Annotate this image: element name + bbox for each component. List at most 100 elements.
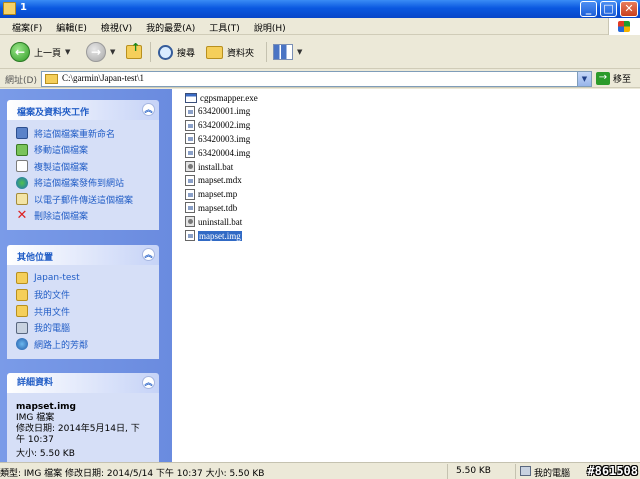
place-my-computer[interactable]: 我的電腦 [16,320,159,337]
file-item[interactable]: 63420004.img [185,146,250,159]
search-button[interactable]: 搜尋 [158,41,195,63]
address-label: 網址(D) [5,76,37,86]
task-delete[interactable]: ✕ 刪除這個檔案 [16,208,159,225]
title-bar[interactable]: 1 _ □ ✕ [0,0,640,18]
search-label: 搜尋 [177,48,196,59]
close-button[interactable]: ✕ [620,1,638,17]
place-japan-test[interactable]: Japan-test [16,270,159,287]
folders-button[interactable]: 資料夾 [206,41,254,63]
windows-logo [608,18,640,35]
file-icon [185,147,195,159]
file-item[interactable]: cgpsmapper.exe [185,91,258,104]
back-button[interactable]: ← 上一頁 ▼ [10,41,70,63]
place-network[interactable]: 網路上的芳鄰 [16,336,159,353]
file-item[interactable]: mapset.mdx [185,174,242,187]
collapse-chevron-icon[interactable]: ︽ [142,103,155,116]
address-path[interactable]: C:\garmin\Japan-test\1 [62,73,144,83]
menu-view[interactable]: 檢視(V) [101,21,132,34]
file-item[interactable]: mapset.img [185,229,242,242]
exe-file-icon [185,92,197,103]
watermark: #861508 [587,464,638,478]
copy-icon [16,160,28,173]
window-title: 1 [20,2,27,13]
file-name: 63420003.img [198,133,251,144]
computer-icon [520,466,531,476]
menu-help[interactable]: 說明(H) [254,21,286,34]
collapse-chevron-icon[interactable]: ︽ [142,376,155,389]
file-icon [185,174,195,186]
go-arrow-icon: → [596,72,610,85]
file-name: 63420002.img [198,120,251,131]
file-item[interactable]: 63420001.img [185,105,250,118]
menu-edit[interactable]: 編輯(E) [56,21,87,34]
status-info: 類型: IMG 檔案 修改日期: 2014/5/14 下午 10:37 大小: … [0,469,265,479]
file-name: install.bat [198,161,234,172]
minimize-button[interactable]: _ [580,1,597,17]
status-divider [447,464,448,479]
place-label: Japan-test [34,273,80,284]
chevron-down-icon[interactable]: ▼ [297,48,302,56]
panel-header[interactable]: 其他位置 ︽ [7,245,159,265]
file-icon [185,230,195,241]
file-name: 63420001.img [198,106,251,117]
file-folder-tasks-panel: 檔案及資料夾工作 ︽ 將這個檔案重新命名 移動這個檔案 複製這個檔案 將這個檔案… [7,100,159,230]
status-bar: 類型: IMG 檔案 修改日期: 2014/5/14 下午 10:37 大小: … [0,462,640,479]
folders-icon [206,45,223,59]
menu-bar: 檔案(F) 編輯(E) 檢視(V) 我的最愛(A) 工具(T) 說明(H) [0,18,640,35]
file-item[interactable]: mapset.tdb [185,201,237,214]
place-my-documents[interactable]: 我的文件 [16,287,159,304]
file-name: mapset.mdx [198,175,242,186]
menu-file[interactable]: 檔案(F) [12,21,42,34]
toolbar: ← 上一頁 ▼ → ▼ 搜尋 資料夾 ▼ [0,36,640,69]
address-input[interactable]: C:\garmin\Japan-test\1 ▼ [41,71,592,87]
file-icon [185,133,195,145]
windows-flag-icon [618,21,630,32]
file-icon [185,119,195,131]
panel-title: 詳細資料 [17,378,54,388]
forward-arrow-icon: → [86,42,106,62]
go-button[interactable]: → 移至 [596,72,631,85]
file-icon [185,202,195,214]
detail-size: 大小: 5.50 KB [16,449,75,459]
file-name: 63420004.img [198,147,251,158]
folder-icon [16,305,28,318]
file-list[interactable]: cgpsmapper.exe 63420001.img 63420002.img 63… [172,89,640,462]
detail-file-name: mapset.img [16,402,76,412]
menu-tools[interactable]: 工具(T) [209,21,240,34]
computer-icon [16,321,28,334]
place-label: 網路上的芳鄰 [34,340,89,351]
email-icon [16,193,28,206]
panel-title: 檔案及資料夾工作 [17,108,90,118]
panel-header[interactable]: 詳細資料 ︽ [7,373,159,393]
chevron-down-icon[interactable]: ▼ [110,48,115,56]
forward-button[interactable]: → ▼ [86,41,115,63]
search-icon [158,44,173,60]
file-item[interactable]: uninstall.bat [185,215,242,228]
maximize-button[interactable]: □ [600,1,617,17]
place-shared-documents[interactable]: 共用文件 [16,303,159,320]
task-copy[interactable]: 複製這個檔案 [16,158,159,175]
file-item[interactable]: install.bat [185,160,233,173]
file-item[interactable]: mapset.mp [185,188,237,201]
chevron-down-icon[interactable]: ▼ [65,48,70,56]
task-pane: 檔案及資料夾工作 ︽ 將這個檔案重新命名 移動這個檔案 複製這個檔案 將這個檔案… [0,89,172,462]
views-icon [273,44,293,60]
back-label: 上一頁 [34,48,62,59]
views-button[interactable]: ▼ [273,41,302,63]
file-item[interactable]: 63420002.img [185,119,250,132]
folder-icon [3,2,16,15]
folder-icon [16,288,28,301]
task-move[interactable]: 移動這個檔案 [16,142,159,159]
task-rename[interactable]: 將這個檔案重新命名 [16,125,159,142]
collapse-chevron-icon[interactable]: ︽ [142,248,155,261]
task-email[interactable]: 以電子郵件傳送這個檔案 [16,191,159,208]
up-folder-button[interactable] [126,41,142,63]
file-item[interactable]: 63420003.img [185,132,250,145]
menu-favorites[interactable]: 我的最愛(A) [146,21,195,34]
other-places-panel: 其他位置 ︽ Japan-test 我的文件 共用文件 我的電腦 網路上的芳鄰 [7,245,159,359]
file-name: mapset.img [198,230,242,241]
task-publish-web[interactable]: 將這個檔案發佈到網站 [16,175,159,192]
chevron-down-icon[interactable]: ▼ [577,72,591,86]
details-panel: 詳細資料 ︽ mapset.img IMG 檔案 修改日期: 2014年5月14… [7,373,159,462]
panel-header[interactable]: 檔案及資料夾工作 ︽ [7,100,159,120]
